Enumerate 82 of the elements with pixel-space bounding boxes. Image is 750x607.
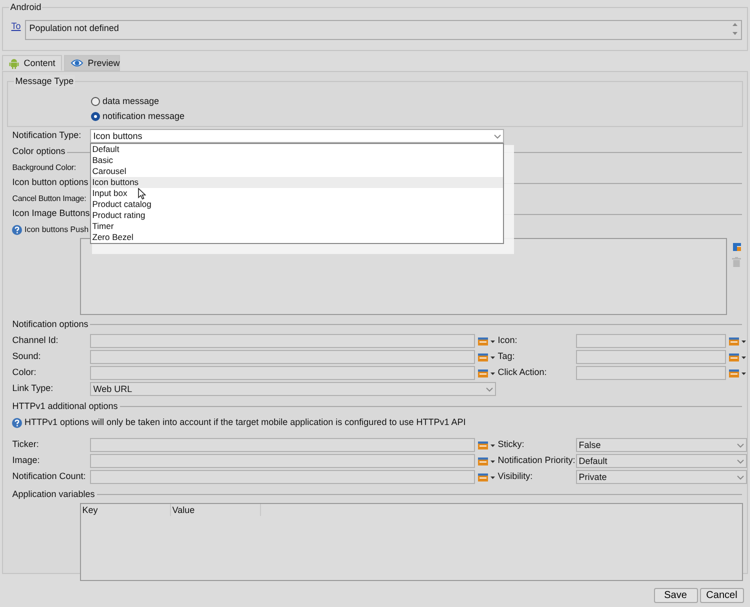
field-label: Tag: (498, 350, 516, 364)
field-label: Notification Type: (12, 129, 82, 142)
dropdown-option[interactable]: Product rating (91, 210, 504, 221)
radio-button[interactable] (91, 97, 100, 106)
field-picker-icon[interactable] (728, 336, 747, 346)
field-label: Notification Priority: (498, 454, 576, 468)
select-field[interactable]: False (576, 438, 747, 452)
field-label: Cancel Button Image: (12, 192, 86, 204)
dropdown-option[interactable]: Basic (91, 155, 504, 166)
group-label: HTTPv1 additional options (12, 400, 118, 413)
dropdown-option[interactable]: Icon buttons (91, 177, 504, 188)
field-label: Sticky: (498, 438, 526, 452)
tab[interactable]: Content (2, 55, 62, 71)
chevron-icon (736, 474, 744, 480)
to-link[interactable]: To (11, 20, 21, 34)
column-header[interactable]: Key (81, 504, 172, 516)
field-picker-icon[interactable] (478, 352, 496, 362)
text-field[interactable] (90, 366, 476, 380)
section-legend: Android (9, 1, 42, 13)
chevron-icon (494, 134, 502, 138)
text-field[interactable] (90, 334, 476, 348)
text-field[interactable] (90, 454, 476, 468)
scroll-arrows-icon[interactable] (732, 22, 738, 36)
field-picker-icon[interactable] (478, 440, 496, 450)
chevron-icon (736, 442, 744, 448)
text-field[interactable] (90, 470, 476, 484)
field-label: Channel Id: (12, 334, 60, 348)
field-label: Ticker: (12, 438, 40, 452)
help-text: HTTPv1 options will only be taken into account if the target mobile application is configured to use HTTPv1 API (24, 416, 466, 429)
eye-icon (71, 59, 84, 67)
field-picker-icon[interactable] (478, 336, 496, 346)
radio-option[interactable]: notification message (91, 109, 742, 124)
dropdown-option[interactable]: Product catalog (91, 199, 504, 210)
radio-button[interactable] (91, 112, 100, 121)
add-link-icon[interactable] (732, 242, 742, 252)
select-field[interactable]: Web URL (90, 382, 496, 396)
group-label: Color options (12, 145, 66, 158)
select-field[interactable]: Default (576, 454, 747, 468)
field-label: Visibility: (498, 470, 534, 484)
field-label: Click Action: (498, 366, 548, 380)
text-field[interactable] (576, 350, 726, 364)
section-legend: Message Type (14, 75, 75, 87)
android-icon (9, 58, 20, 68)
field-label: Icon: (498, 334, 518, 348)
chevron-icon (736, 458, 744, 464)
cancel-button[interactable]: Cancel (700, 588, 744, 603)
group-label: Icon button options (12, 176, 88, 190)
field-picker-icon[interactable] (478, 368, 496, 378)
field-picker-icon[interactable] (728, 352, 747, 362)
dropdown-option[interactable]: Default (91, 144, 504, 155)
notification-type-select[interactable]: Icon buttons (90, 129, 504, 143)
tab[interactable]: Preview (64, 55, 120, 71)
dropdown-option[interactable]: Timer (91, 221, 504, 232)
field-label: Image: (12, 454, 41, 468)
text-field[interactable] (90, 438, 476, 452)
field-label: Notification Count: (12, 470, 87, 484)
field-label: Link Type: (12, 382, 54, 396)
field-picker-icon[interactable] (478, 456, 496, 466)
field-picker-icon[interactable] (478, 472, 496, 482)
help-icon (12, 224, 22, 234)
help-text: Icon buttons Push (24, 224, 89, 236)
group-label: Notification options (12, 318, 88, 331)
group-label: Application variables (12, 488, 95, 501)
chevron-icon (486, 386, 494, 392)
help-icon (12, 418, 22, 428)
text-field[interactable] (90, 350, 476, 364)
radio-option[interactable]: data message (91, 94, 742, 109)
select-field[interactable]: Private (576, 470, 747, 484)
dropdown-option[interactable]: Carousel (91, 166, 504, 177)
field-label: Color: (12, 366, 38, 380)
save-button[interactable]: Save (654, 588, 698, 603)
dropdown-option[interactable]: Input box (91, 188, 504, 199)
field-label: Background Color: (12, 162, 76, 174)
dropdown-option[interactable]: Zero Bezel (91, 232, 504, 243)
group-label: Icon Image Buttons (12, 207, 90, 220)
recipient-field[interactable]: Population not defined (25, 20, 742, 40)
text-field[interactable] (576, 334, 726, 348)
cursor-icon (138, 188, 146, 200)
column-header[interactable]: Value (171, 504, 262, 516)
field-picker-icon[interactable] (728, 368, 747, 378)
text-field[interactable] (576, 366, 726, 380)
field-label: Sound: (12, 350, 42, 364)
